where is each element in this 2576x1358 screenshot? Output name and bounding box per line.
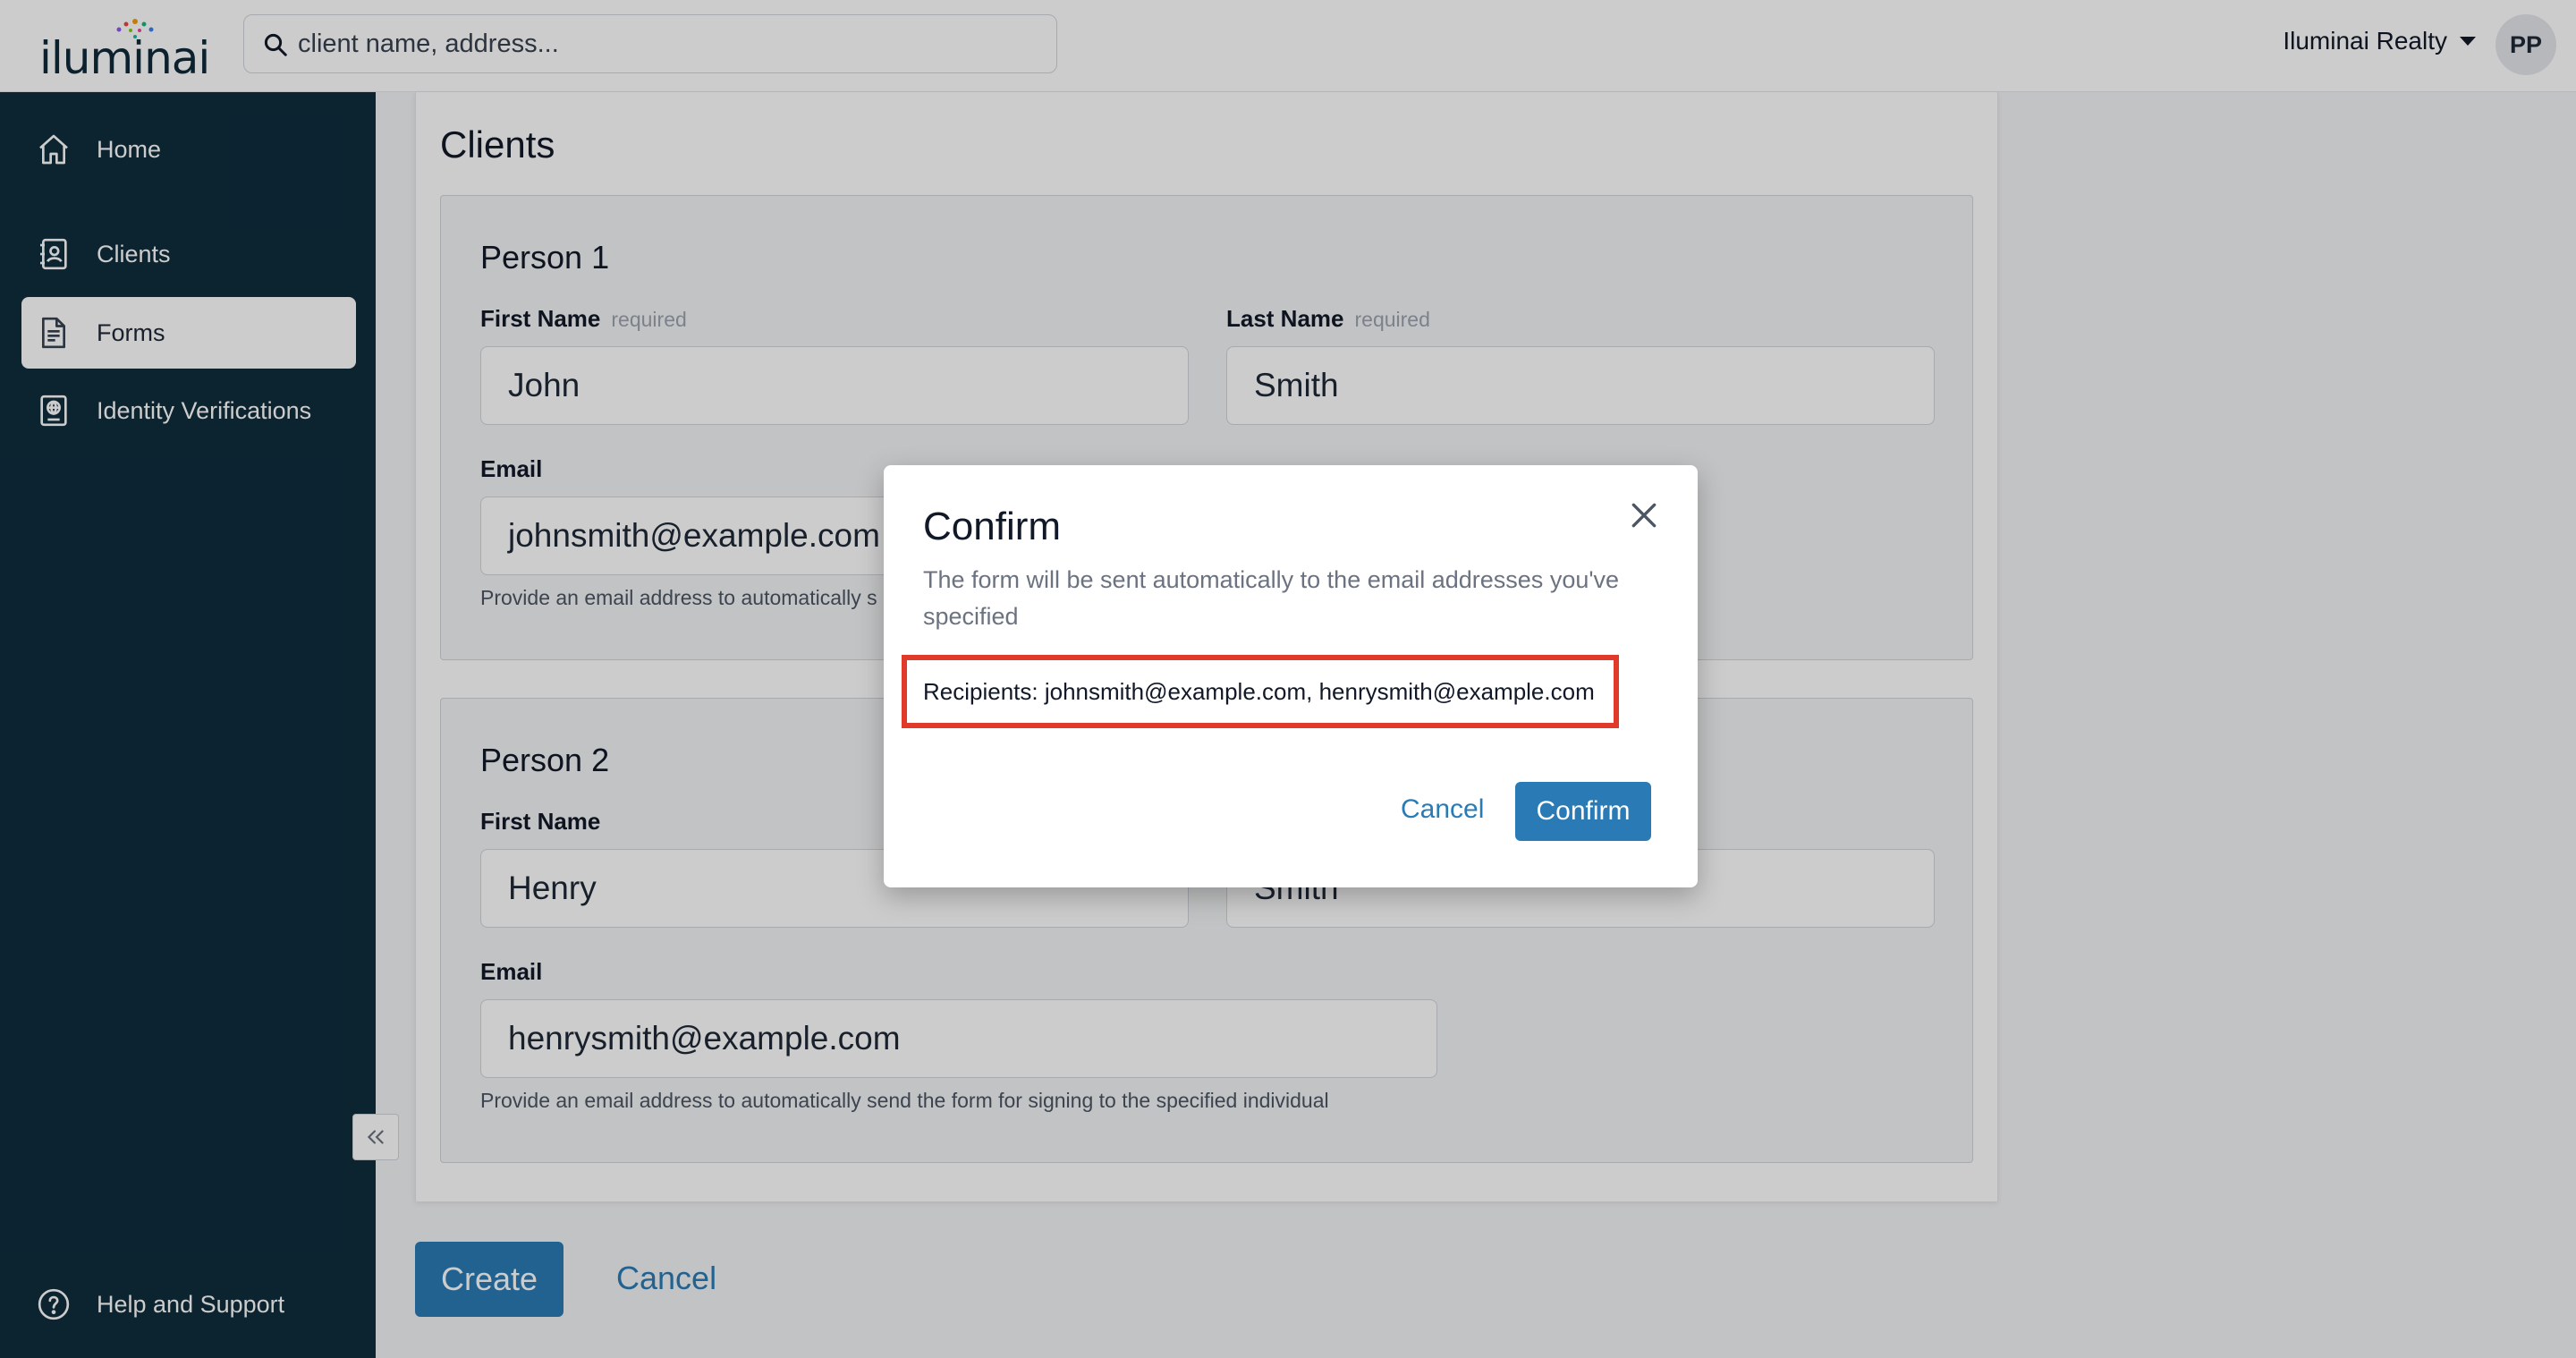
confirm-dialog: Confirm The form will be sent automatica…: [884, 465, 1698, 887]
dialog-title: Confirm: [923, 505, 1062, 548]
dialog-cancel-button[interactable]: Cancel: [1401, 794, 1484, 825]
dialog-description: The form will be sent automatically to t…: [923, 566, 1620, 630]
close-icon[interactable]: [1626, 497, 1662, 533]
recipients-highlight: Recipients: johnsmith@example.com, henry…: [902, 655, 1619, 728]
recipients-text: Recipients: johnsmith@example.com, henry…: [923, 677, 1595, 705]
dialog-confirm-button[interactable]: Confirm: [1515, 782, 1651, 841]
